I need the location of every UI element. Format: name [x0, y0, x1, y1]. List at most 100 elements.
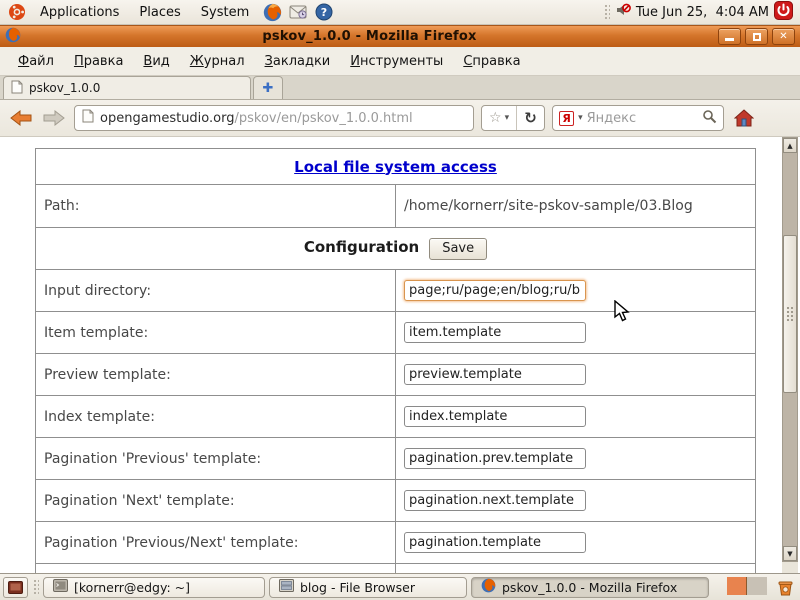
menu-bookmarks[interactable]: Закладки	[255, 49, 341, 74]
scrollbar-thumb[interactable]	[783, 235, 797, 393]
browser-menubar: Файл Правка Вид Журнал Закладки Инструме…	[0, 47, 800, 76]
taskbar-item-label: pskov_1.0.0 - Mozilla Firefox	[502, 580, 677, 595]
search-input[interactable]	[587, 111, 698, 126]
scrollbar-corner	[782, 562, 798, 573]
star-icon: ☆	[489, 110, 502, 126]
page-document-icon	[11, 80, 23, 97]
scrollbar-grip-icon	[786, 306, 795, 322]
field-label: Pagination 'Previous/Next' template:	[36, 522, 396, 564]
navigation-toolbar: opengamestudio.org/pskov/en/pskov_1.0.0.…	[0, 100, 800, 137]
table-row-input-directory: Input directory:	[36, 270, 756, 312]
index-template-field[interactable]	[404, 406, 586, 427]
window-title: pskov_1.0.0 - Mozilla Firefox	[25, 29, 714, 44]
vertical-scrollbar[interactable]: ▲ ▼	[782, 137, 798, 562]
places-menu[interactable]: Places	[129, 0, 190, 24]
forward-button[interactable]	[41, 107, 67, 129]
item-template-field[interactable]	[404, 322, 586, 343]
close-button[interactable]: ✕	[772, 28, 795, 45]
back-button[interactable]	[8, 107, 34, 129]
taskbar-grip-handle[interactable]	[32, 578, 39, 596]
input-directory-field[interactable]	[404, 280, 586, 301]
url-host: opengamestudio.org	[100, 111, 234, 126]
menu-history[interactable]: Журнал	[180, 49, 255, 74]
taskbar-item-file-browser[interactable]: blog - File Browser	[269, 577, 467, 598]
menu-view[interactable]: Вид	[133, 49, 179, 74]
field-label: Item template:	[36, 312, 396, 354]
configuration-table: Local file system access Path: /home/kor…	[35, 148, 756, 573]
menu-file[interactable]: Файл	[8, 49, 64, 74]
show-desktop-button[interactable]	[3, 577, 28, 598]
scroll-down-button[interactable]: ▼	[783, 546, 797, 561]
quit-power-icon[interactable]	[774, 1, 793, 24]
scroll-down-arrow-icon: ▼	[787, 550, 792, 558]
search-box[interactable]: Я ▾	[552, 105, 724, 131]
yandex-engine-icon[interactable]: Я	[559, 111, 574, 126]
tab-pskov[interactable]: pskov_1.0.0	[3, 76, 251, 99]
svg-text:?: ?	[321, 6, 327, 19]
system-menu[interactable]: System	[191, 0, 259, 24]
table-row-pagination-prevnext: Pagination 'Previous/Next' template:	[36, 522, 756, 564]
table-row-pagination-prev: Pagination 'Previous' template:	[36, 438, 756, 480]
file-browser-icon	[279, 579, 294, 595]
new-tab-button[interactable]: ✚	[253, 76, 283, 99]
firefox-launcher-icon[interactable]	[262, 2, 282, 22]
bookmark-caret-icon: ▾	[505, 113, 510, 123]
field-label: Preview template:	[36, 354, 396, 396]
maximize-icon	[753, 33, 761, 41]
path-value: /home/kornerr/site-pskov-sample/03.Blog	[396, 185, 756, 228]
help-icon[interactable]: ?	[314, 2, 334, 22]
ubuntu-logo-icon[interactable]	[7, 2, 27, 22]
preview-template-field[interactable]	[404, 364, 586, 385]
reload-button[interactable]: ↻	[516, 106, 544, 130]
path-label: Path:	[36, 185, 396, 228]
url-bar[interactable]: opengamestudio.org/pskov/en/pskov_1.0.0.…	[74, 105, 474, 131]
tab-label: pskov_1.0.0	[29, 81, 100, 95]
workspace-2[interactable]	[747, 577, 767, 595]
browser-viewport: Local file system access Path: /home/kor…	[0, 137, 800, 573]
taskbar-item-terminal[interactable]: [kornerr@edgy: ~]	[43, 577, 265, 598]
field-label: Pagination 'Next' template:	[36, 480, 396, 522]
mail-icon[interactable]	[288, 2, 308, 22]
menu-edit[interactable]: Правка	[64, 49, 133, 74]
menu-tools[interactable]: Инструменты	[340, 49, 453, 74]
volume-muted-icon[interactable]	[615, 2, 631, 22]
maximize-button[interactable]	[745, 28, 768, 45]
table-row-item-template: Item template:	[36, 312, 756, 354]
table-row-index-template: Index template:	[36, 396, 756, 438]
applications-menu[interactable]: Applications	[30, 0, 129, 24]
save-button[interactable]: Save	[429, 238, 487, 260]
table-row-partial	[36, 564, 756, 574]
magnifier-icon[interactable]	[702, 109, 717, 128]
search-engine-caret-icon[interactable]: ▾	[578, 113, 583, 123]
panel-notification-area: Tue Jun 25, 4:04 AM	[603, 1, 796, 24]
window-titlebar[interactable]: pskov_1.0.0 - Mozilla Firefox ✕	[0, 25, 800, 47]
table-row-configuration: Configuration Save	[36, 228, 756, 270]
configuration-title: Configuration	[304, 238, 419, 256]
reload-icon: ↻	[524, 109, 537, 127]
url-text: opengamestudio.org/pskov/en/pskov_1.0.0.…	[100, 111, 413, 126]
panel-clock[interactable]: Tue Jun 25, 4:04 AM	[636, 5, 769, 20]
table-row-header: Local file system access	[36, 149, 756, 185]
panel-grip-handle[interactable]	[603, 3, 610, 21]
tab-strip: pskov_1.0.0 ✚	[0, 76, 800, 100]
pagination-prev-template-field[interactable]	[404, 448, 586, 469]
field-label: Pagination 'Previous' template:	[36, 438, 396, 480]
taskbar-item-label: [kornerr@edgy: ~]	[74, 580, 190, 595]
taskbar-item-firefox[interactable]: pskov_1.0.0 - Mozilla Firefox	[471, 577, 709, 598]
scroll-up-arrow-icon: ▲	[787, 142, 792, 150]
local-file-system-access-link[interactable]: Local file system access	[294, 158, 497, 176]
table-row-preview-template: Preview template:	[36, 354, 756, 396]
url-path: /pskov/en/pskov_1.0.0.html	[234, 111, 412, 126]
pagination-template-field[interactable]	[404, 532, 586, 553]
bookmark-star-button[interactable]: ☆ ▾	[482, 106, 516, 130]
home-button[interactable]	[731, 107, 757, 129]
table-row-path: Path: /home/kornerr/site-pskov-sample/03…	[36, 185, 756, 228]
pagination-next-template-field[interactable]	[404, 490, 586, 511]
menu-help[interactable]: Справка	[453, 49, 530, 74]
scroll-up-button[interactable]: ▲	[783, 138, 797, 153]
trash-icon[interactable]	[773, 576, 797, 598]
minimize-button[interactable]	[718, 28, 741, 45]
field-label: Index template:	[36, 396, 396, 438]
workspace-1-active[interactable]	[727, 577, 747, 595]
url-tools-group: ☆ ▾ ↻	[481, 105, 545, 131]
